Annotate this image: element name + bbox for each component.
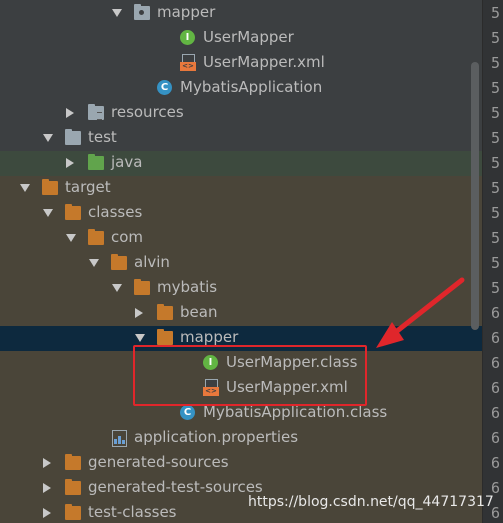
watermark-text: https://blog.csdn.net/qq_44717317: [248, 494, 494, 510]
red-arrow-annotation: [376, 277, 465, 348]
